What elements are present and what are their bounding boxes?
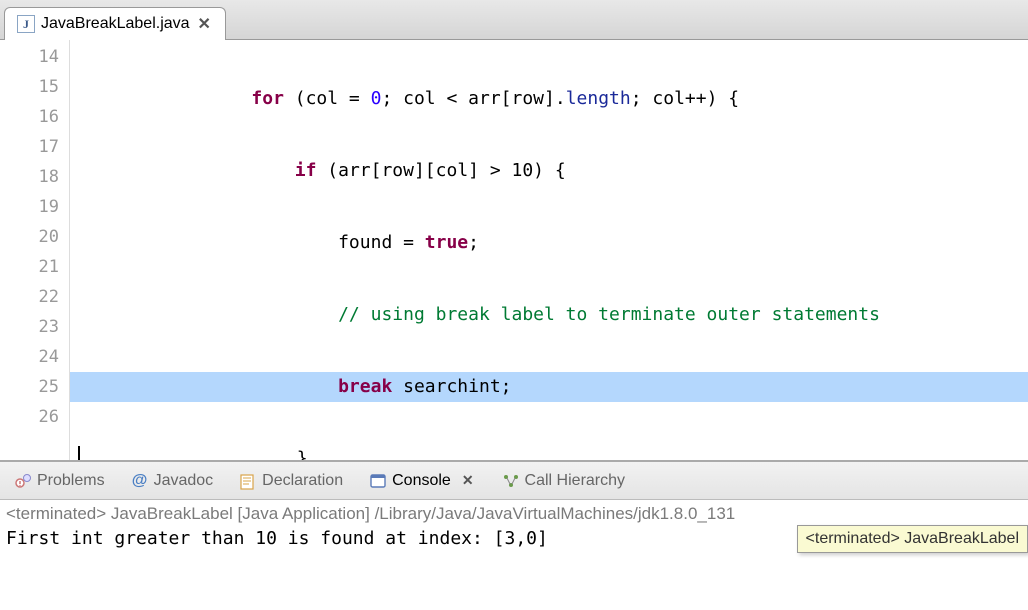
console-icon [369, 472, 387, 490]
console-body: <terminated> JavaBreakLabel [Java Applic… [0, 500, 1028, 553]
code-content[interactable]: for (col = 0; col < arr[row].length; col… [70, 40, 1028, 460]
editor-tab-filename: JavaBreakLabel.java [41, 15, 190, 33]
code-line[interactable]: found = true; [70, 228, 1028, 258]
tab-label: Declaration [262, 472, 343, 490]
problems-icon [14, 472, 32, 490]
close-icon[interactable]: ✕ [196, 14, 213, 34]
bottom-panel: Problems @ Javadoc Declaration Console ✕… [0, 460, 1028, 553]
keyword-true: true [425, 232, 468, 253]
line-number: 26 [0, 402, 69, 432]
line-number: 25 [0, 372, 69, 402]
editor-tab-javabreaklabel[interactable]: J JavaBreakLabel.java ✕ [4, 7, 226, 40]
close-icon[interactable]: ✕ [460, 472, 476, 489]
call-hierarchy-icon [502, 472, 520, 490]
line-number: 14 [0, 42, 69, 72]
line-number: 18 [0, 162, 69, 192]
line-number: 21 [0, 252, 69, 282]
tab-console[interactable]: Console ✕ [363, 468, 481, 494]
editor-tabs-bar: J JavaBreakLabel.java ✕ [0, 0, 1028, 40]
console-process-header: <terminated> JavaBreakLabel [Java Applic… [6, 504, 1022, 524]
tab-label: Problems [37, 472, 105, 490]
line-number: 22 [0, 282, 69, 312]
java-file-icon: J [17, 15, 35, 33]
line-number: 19 [0, 192, 69, 222]
comment: // using break label to terminate outer … [338, 304, 880, 325]
code-line-highlighted[interactable]: break searchint; [70, 372, 1028, 402]
javadoc-icon: @ [131, 472, 149, 490]
tab-label: Call Hierarchy [525, 472, 625, 490]
tab-label: Javadoc [154, 472, 214, 490]
line-number: 20 [0, 222, 69, 252]
tab-call-hierarchy[interactable]: Call Hierarchy [496, 468, 631, 494]
keyword-break: break [338, 376, 392, 397]
line-number-gutter: 14 15 16 17 18 19 20 21 22 23 24 25 26 [0, 40, 70, 460]
panel-tabs-bar: Problems @ Javadoc Declaration Console ✕… [0, 462, 1028, 500]
keyword-for: for [251, 88, 284, 109]
code-line[interactable]: if (arr[row][col] > 10) { [70, 156, 1028, 186]
declaration-icon [239, 472, 257, 490]
line-number: 24 [0, 342, 69, 372]
tooltip-popup: <terminated> JavaBreakLabel [797, 525, 1028, 553]
code-line[interactable]: } [70, 444, 1028, 460]
code-line[interactable]: // using break label to terminate outer … [70, 300, 1028, 330]
line-number: 17 [0, 132, 69, 162]
tab-label: Console [392, 472, 451, 490]
keyword-if: if [295, 160, 317, 181]
tab-javadoc[interactable]: @ Javadoc [125, 468, 220, 494]
tab-declaration[interactable]: Declaration [233, 468, 349, 494]
line-number: 15 [0, 72, 69, 102]
tab-problems[interactable]: Problems [8, 468, 111, 494]
text-cursor [78, 446, 80, 460]
code-line[interactable]: for (col = 0; col < arr[row].length; col… [70, 84, 1028, 114]
line-number: 16 [0, 102, 69, 132]
code-editor[interactable]: 14 15 16 17 18 19 20 21 22 23 24 25 26 f… [0, 40, 1028, 460]
line-number: 23 [0, 312, 69, 342]
